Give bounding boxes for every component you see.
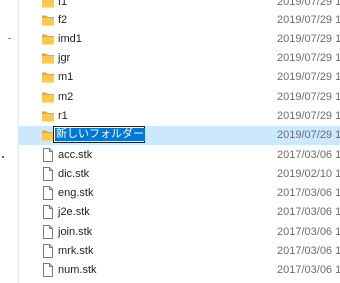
list-item-num-stk[interactable]: num.stk 2017/03/06 1 xyxy=(18,261,340,280)
file-date: 2019/07/29 1 xyxy=(277,0,340,8)
list-item-imd1[interactable]: imd1 2019/07/29 1 xyxy=(18,30,340,49)
file-icon xyxy=(40,204,56,220)
list-item-r1[interactable]: r1 2019/07/29 1 xyxy=(18,107,340,126)
file-icon xyxy=(40,147,56,163)
list-item-join-stk[interactable]: join.stk 2017/03/06 1 xyxy=(18,223,340,242)
navigation-pane[interactable] xyxy=(0,0,19,283)
file-name: mrk.stk xyxy=(58,245,94,257)
file-date: 2019/07/29 1 xyxy=(277,91,340,103)
file-date: 2019/07/29 1 xyxy=(277,52,340,64)
file-icon xyxy=(40,185,56,201)
file-date: 2017/03/06 1 xyxy=(277,187,340,199)
list-item-new-folder[interactable]: 新しいフォルダー 2019/07/29 1 xyxy=(18,126,340,145)
list-item-f2[interactable]: f2 2019/07/29 1 xyxy=(18,11,340,30)
file-name: join.stk xyxy=(58,226,93,238)
file-date: 2017/03/06 1 xyxy=(277,206,340,218)
list-item-j2e-stk[interactable]: j2e.stk 2017/03/06 1 xyxy=(18,203,340,222)
file-name: jgr xyxy=(58,52,71,64)
pane-mark xyxy=(8,38,11,39)
file-date: 2019/07/29 1 xyxy=(277,33,340,45)
list-item-mrk-stk[interactable]: mrk.stk 2017/03/06 1 xyxy=(18,242,340,261)
file-date: 2017/03/06 1 xyxy=(277,226,340,238)
folder-icon xyxy=(40,31,56,47)
folder-icon xyxy=(40,69,56,85)
folder-icon xyxy=(40,0,56,10)
file-name: acc.stk xyxy=(58,149,93,161)
pane-mark xyxy=(2,156,4,158)
file-date: 2017/03/06 1 xyxy=(277,149,340,161)
list-item-jgr[interactable]: jgr 2019/07/29 1 xyxy=(18,49,340,68)
file-icon xyxy=(40,166,56,182)
list-item-m1[interactable]: m1 2019/07/29 1 xyxy=(18,68,340,87)
file-date: 2019/07/29 1 xyxy=(277,110,340,122)
file-date: 2017/03/06 1 xyxy=(277,264,340,276)
rename-selected-text[interactable]: 新しいフォルダー xyxy=(55,128,145,141)
folder-icon xyxy=(40,108,56,124)
file-date: 2019/07/29 1 xyxy=(277,71,340,83)
list-item-m2[interactable]: m2 2019/07/29 1 xyxy=(18,88,340,107)
folder-icon xyxy=(40,12,56,28)
file-name: m2 xyxy=(58,91,74,103)
list-item-eng-stk[interactable]: eng.stk 2017/03/06 1 xyxy=(18,184,340,203)
file-icon xyxy=(40,243,56,259)
list-item-acc-stk[interactable]: acc.stk 2017/03/06 1 xyxy=(18,146,340,165)
file-name: eng.stk xyxy=(58,187,94,199)
file-date: 2017/03/06 1 xyxy=(277,245,340,257)
folder-icon xyxy=(40,50,56,66)
file-list[interactable]: f1 2019/07/29 1 f2 2019/07/29 1 imd1 201… xyxy=(18,0,340,283)
file-name: imd1 xyxy=(58,33,82,45)
file-name: dic.stk xyxy=(58,168,90,180)
file-date: 2019/07/29 1 xyxy=(277,14,340,26)
list-item-dic-stk[interactable]: dic.stk 2019/02/10 1 xyxy=(18,165,340,184)
file-name: f1 xyxy=(58,0,68,8)
file-icon xyxy=(40,224,56,240)
rename-input[interactable]: 新しいフォルダー xyxy=(53,126,145,143)
file-name: num.stk xyxy=(58,264,97,276)
file-name: m1 xyxy=(58,71,74,83)
file-name: r1 xyxy=(58,110,68,122)
file-date: 2019/02/10 1 xyxy=(277,168,340,180)
file-name: j2e.stk xyxy=(58,206,90,218)
file-icon xyxy=(40,262,56,278)
file-name: f2 xyxy=(58,14,68,26)
file-date: 2019/07/29 1 xyxy=(277,129,340,141)
folder-icon xyxy=(40,89,56,105)
